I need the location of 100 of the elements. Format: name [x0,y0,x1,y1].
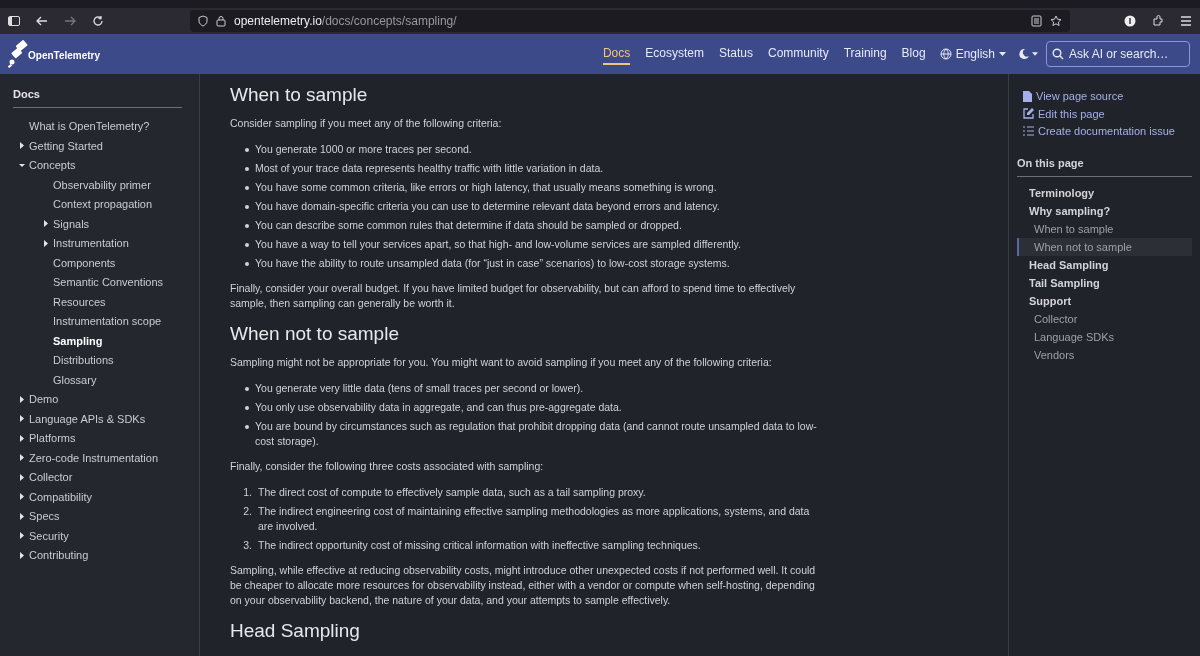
toc-link[interactable]: Support [1017,292,1192,310]
caret-right-icon[interactable] [19,454,25,462]
checklist-icon [1023,126,1034,137]
sidebar-item[interactable]: Platforms [29,430,76,447]
page-action-link[interactable]: Edit this page [1038,105,1105,122]
star-icon[interactable] [1050,15,1062,27]
list-item: You only use observability data in aggregate, and can thus pre-aggregate data. [255,400,622,415]
sidebar-item[interactable]: Compatibility [29,488,92,505]
page-action-link[interactable]: View page source [1036,88,1124,105]
toc-link[interactable]: Vendors [1017,346,1192,364]
toc-link[interactable]: Collector [1017,310,1192,328]
page-action-link[interactable]: Create documentation issue [1038,123,1175,140]
sidebar-item[interactable]: Glossary [53,371,97,388]
caret-right-icon[interactable] [19,493,25,501]
lock-icon[interactable] [216,15,226,27]
logo-text[interactable]: OpenTelemetry [28,47,101,63]
list-item: You have a way to tell your services apart, so that high- and low-volume services are sampled differently. [255,237,741,252]
sidebar-item[interactable]: Observability primer [53,176,151,193]
sidebar-item[interactable]: Semantic Conventions [53,274,164,291]
reader-view-icon[interactable] [1031,15,1042,27]
caret-icon [999,52,1006,56]
sidebar-item[interactable]: Sampling [53,332,103,349]
nav-link[interactable]: Blog [901,43,926,65]
extensions-icon[interactable] [1152,15,1164,27]
sidebar-item[interactable]: Instrumentation [53,235,129,252]
bullet-icon [245,186,249,190]
bullet-icon [245,224,249,228]
section-heading: When to sample [230,83,369,107]
nav-link[interactable]: Ecosystem [645,43,704,65]
sidebar-item[interactable]: Getting Started [29,137,103,154]
sidebar-item[interactable]: Specs [29,508,60,525]
sidebar-item[interactable]: What is OpenTelemetry? [29,118,150,135]
caret-right-icon[interactable] [19,415,25,423]
moon-icon [1018,48,1030,60]
sidebar-item[interactable]: Context propagation [53,196,153,213]
caret-right-icon[interactable] [19,142,25,150]
account-icon[interactable] [1124,15,1136,27]
list-item: You have some common criteria, like errors or high latency, that usually means something is wrong. [255,180,717,195]
bullet-icon [245,425,249,429]
caret-right-icon[interactable] [19,434,25,442]
sidebar-item[interactable]: Language APIs & SDKs [29,410,146,427]
list-item: You can describe some common rules that determine if data should be sampled or dropped. [255,218,682,233]
url-text[interactable]: opentelemetry.io/docs/concepts/sampling/ [234,12,457,30]
toc-link[interactable]: Language SDKs [1017,328,1192,346]
bullet-icon [245,167,249,171]
toc-link[interactable]: When not to sample [1017,238,1192,256]
nav-link[interactable]: Community [768,43,829,65]
list-item: Most of your trace data represents healthy traffic with little variation in data. [255,161,604,176]
sidebar-item[interactable]: Security [29,527,69,544]
sidebar-toggle-icon[interactable] [8,16,20,26]
bullet-icon [245,243,249,247]
sidebar-item[interactable]: Instrumentation scope [53,313,162,330]
shield-icon[interactable] [198,15,208,27]
language-dropdown[interactable]: English [939,45,1006,63]
toc-link[interactable]: Tail Sampling [1017,274,1192,292]
list-item: You generate 1000 or more traces per second. [255,142,472,157]
sidebar-item[interactable]: Distributions [53,352,114,369]
sidebar-item[interactable]: Contributing [29,547,89,564]
toc-title: On this page [1017,154,1192,177]
sidebar-item[interactable]: Concepts [29,157,76,174]
nav-link[interactable]: Training [843,43,887,65]
list-item: You generate very little data (tens of small traces per second or lower). [255,381,584,396]
list-item: You have the ability to route unsampled data (for “just in case” scenarios) to low-cost storage systems. [255,256,730,271]
list-number: 1. [242,485,252,500]
reload-icon[interactable] [92,15,104,27]
sidebar-item[interactable]: Signals [53,215,90,232]
nav-link[interactable]: Status [718,43,753,65]
caret-right-icon[interactable] [43,239,49,247]
section-heading: Head Sampling [230,619,361,643]
sidebar-item[interactable]: Collector [29,469,73,486]
bullet-icon [245,406,249,410]
search-icon [1052,48,1064,60]
nav-link[interactable]: Docs [602,43,631,65]
list-number: 3. [242,538,252,553]
address-bar[interactable]: opentelemetry.io/docs/concepts/sampling/ [190,10,1070,32]
caret-right-icon[interactable] [19,473,25,481]
list-number: 2. [242,504,252,519]
sidebar-item[interactable]: Resources [53,293,106,310]
caret-down-icon[interactable] [19,161,25,169]
caret-right-icon[interactable] [43,220,49,228]
toc-link[interactable]: Terminology [1017,184,1192,202]
caret-right-icon[interactable] [19,512,25,520]
theme-toggle[interactable] [1018,48,1038,60]
toc-link[interactable]: When to sample [1017,220,1192,238]
menu-icon[interactable] [1180,16,1192,26]
paragraph: Finally, consider the following three costs associated with sampling: [230,459,545,474]
list-item: You have domain-specific criteria you can use to determine relevant data beyond errors and latency. [255,199,720,214]
sidebar-item[interactable]: Zero-code Instrumentation [29,449,158,466]
caret-right-icon[interactable] [19,551,25,559]
caret-right-icon[interactable] [19,532,25,540]
toc-link[interactable]: Head Sampling [1017,256,1192,274]
edit-icon [1023,108,1034,120]
back-icon[interactable] [36,16,48,26]
list-item: The indirect opportunity cost of missing critical information with ineffective sampling techniques. [258,538,701,553]
caret-right-icon[interactable] [19,395,25,403]
sidebar-item[interactable]: Demo [29,391,59,408]
toc-link[interactable]: Why sampling? [1017,202,1192,220]
paragraph: Sampling might not be appropriate for you. You might want to avoid sampling if you meet any of the following criteria: [230,355,773,370]
sidebar-item[interactable]: Components [53,254,116,271]
search-field[interactable]: Ask AI or search… [1046,41,1190,67]
